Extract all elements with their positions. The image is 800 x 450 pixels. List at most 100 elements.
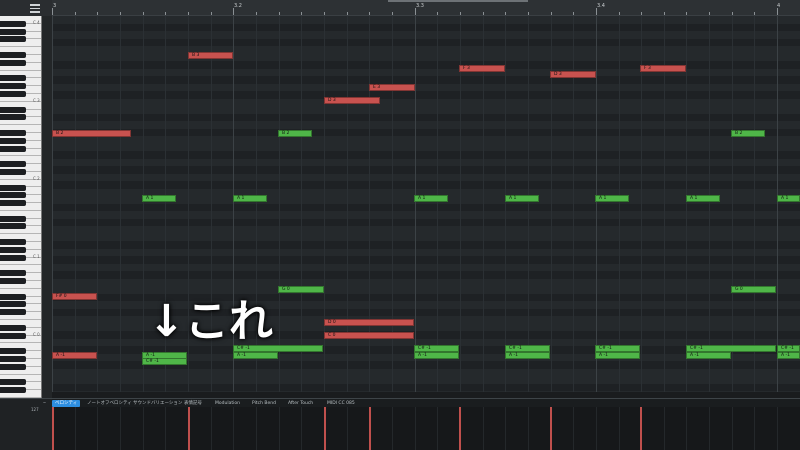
midi-note[interactable]: F 3 bbox=[459, 65, 505, 72]
midi-note[interactable]: A -1 bbox=[233, 352, 278, 359]
tab-midi-cc[interactable]: MIDI CC 085 bbox=[324, 400, 358, 407]
midi-note[interactable]: A 1 bbox=[777, 195, 800, 202]
black-key[interactable] bbox=[0, 200, 26, 207]
midi-note[interactable]: C# -1 bbox=[142, 358, 187, 365]
octave-label: C 1 bbox=[33, 254, 40, 259]
octave-label: C 4 bbox=[33, 20, 40, 25]
black-key[interactable] bbox=[0, 168, 26, 175]
midi-note[interactable]: A 1 bbox=[686, 195, 720, 202]
piano-keyboard[interactable]: C 4 C 3 C 2 C 1 C 0 bbox=[0, 16, 42, 398]
black-key[interactable] bbox=[0, 379, 26, 386]
velocity-bar[interactable] bbox=[324, 407, 326, 450]
black-key[interactable] bbox=[0, 36, 26, 43]
midi-note[interactable]: F# 0 bbox=[52, 293, 97, 300]
tab-velocity[interactable]: ベロシティ bbox=[52, 400, 81, 407]
black-key[interactable] bbox=[0, 75, 26, 82]
midi-note[interactable]: A 1 bbox=[505, 195, 539, 202]
velocity-bar[interactable] bbox=[459, 407, 461, 450]
black-key[interactable] bbox=[0, 246, 26, 253]
black-key[interactable] bbox=[0, 59, 26, 66]
velocity-bar[interactable] bbox=[640, 407, 642, 450]
black-key[interactable] bbox=[0, 348, 26, 355]
black-key[interactable] bbox=[0, 106, 26, 113]
black-key[interactable] bbox=[0, 363, 26, 370]
tab-modulation[interactable]: Modulation bbox=[212, 400, 243, 407]
black-key[interactable] bbox=[0, 137, 26, 144]
black-key[interactable] bbox=[0, 90, 26, 97]
black-key[interactable] bbox=[0, 145, 26, 152]
black-key[interactable] bbox=[0, 83, 26, 90]
black-key[interactable] bbox=[0, 28, 26, 35]
black-key[interactable] bbox=[0, 223, 26, 230]
black-key[interactable] bbox=[0, 161, 26, 168]
ruler-mark: 3.4 bbox=[597, 3, 605, 9]
keyboard-divider bbox=[42, 16, 52, 398]
menu-icon[interactable] bbox=[28, 3, 42, 14]
octave-label: C 0 bbox=[33, 332, 40, 337]
black-key[interactable] bbox=[0, 215, 26, 222]
midi-note[interactable]: D 0 bbox=[324, 319, 414, 326]
tab-after-touch[interactable]: After Touch bbox=[285, 400, 316, 407]
black-key[interactable] bbox=[0, 51, 26, 58]
black-key[interactable] bbox=[0, 278, 26, 285]
black-key[interactable] bbox=[0, 192, 26, 199]
lane-collapse-button[interactable]: – bbox=[43, 399, 46, 406]
black-key[interactable] bbox=[0, 114, 26, 121]
midi-note[interactable]: E 3 bbox=[369, 84, 415, 91]
black-key[interactable] bbox=[0, 20, 26, 27]
midi-note[interactable]: B 2 bbox=[731, 130, 765, 137]
midi-note[interactable]: A -1 bbox=[595, 352, 640, 359]
midi-note[interactable]: D 3 bbox=[324, 97, 380, 104]
midi-note[interactable]: A -1 bbox=[686, 352, 731, 359]
black-key[interactable] bbox=[0, 387, 26, 394]
midi-note[interactable]: A 1 bbox=[595, 195, 629, 202]
ruler-mark: 3.2 bbox=[234, 3, 242, 9]
midi-note[interactable]: D 3 bbox=[550, 71, 596, 78]
midi-note[interactable]: G 0 bbox=[278, 286, 324, 293]
black-key[interactable] bbox=[0, 301, 26, 308]
midi-note[interactable]: F 3 bbox=[640, 65, 686, 72]
midi-note[interactable]: B 3 bbox=[188, 52, 233, 59]
midi-note[interactable]: C# -1 bbox=[414, 345, 459, 352]
midi-note[interactable]: A 1 bbox=[414, 195, 448, 202]
velocity-bar[interactable] bbox=[188, 407, 190, 450]
velocity-bar[interactable] bbox=[369, 407, 371, 450]
midi-note[interactable]: C# -1 bbox=[505, 345, 550, 352]
tab-expression-marks[interactable]: 表情記号 bbox=[181, 400, 205, 407]
piano-roll-editor: C 4C 3C 2C 1C 0 3 3.2 3.3 3.4 4 B 3 F 3 … bbox=[0, 0, 800, 450]
midi-note[interactable]: C# -1 bbox=[686, 345, 776, 352]
midi-note[interactable]: C# -1 bbox=[595, 345, 640, 352]
midi-note[interactable]: B 2 bbox=[52, 130, 131, 137]
octave-label: C 2 bbox=[33, 176, 40, 181]
midi-note[interactable]: A -1 bbox=[505, 352, 550, 359]
black-key[interactable] bbox=[0, 184, 26, 191]
black-key[interactable] bbox=[0, 309, 26, 316]
midi-note[interactable]: A 1 bbox=[233, 195, 267, 202]
midi-note[interactable]: C 0 bbox=[324, 332, 414, 339]
black-key[interactable] bbox=[0, 356, 26, 363]
tab-sound-variation[interactable]: サウンドバリエーション bbox=[130, 400, 185, 407]
black-key[interactable] bbox=[0, 293, 26, 300]
midi-note[interactable]: A -1 bbox=[52, 352, 97, 359]
midi-note[interactable]: A -1 bbox=[777, 352, 800, 359]
black-key[interactable] bbox=[0, 332, 26, 339]
ruler-mark: 3.3 bbox=[416, 3, 424, 9]
black-key[interactable] bbox=[0, 239, 26, 246]
ruler-mark: 3 bbox=[53, 3, 57, 9]
black-key[interactable] bbox=[0, 254, 26, 261]
black-key[interactable] bbox=[0, 129, 26, 136]
midi-note[interactable]: G 0 bbox=[731, 286, 776, 293]
velocity-bar[interactable] bbox=[52, 407, 54, 450]
midi-note[interactable]: A -1 bbox=[414, 352, 459, 359]
black-key[interactable] bbox=[0, 270, 26, 277]
scroll-position-indicator[interactable] bbox=[388, 0, 528, 2]
timeline-ruler[interactable]: 3 3.2 3.3 3.4 4 bbox=[52, 0, 800, 16]
midi-note[interactable]: A 1 bbox=[142, 195, 176, 202]
black-key[interactable] bbox=[0, 324, 26, 331]
midi-note[interactable]: B 2 bbox=[278, 130, 312, 137]
velocity-bar[interactable] bbox=[550, 407, 552, 450]
tab-note-off-velocity[interactable]: ノートオフベロシティ bbox=[84, 400, 135, 407]
tab-pitch-bend[interactable]: Pitch Bend bbox=[249, 400, 279, 407]
velocity-lane[interactable] bbox=[52, 407, 800, 450]
midi-note[interactable]: C# -1 bbox=[777, 345, 800, 352]
